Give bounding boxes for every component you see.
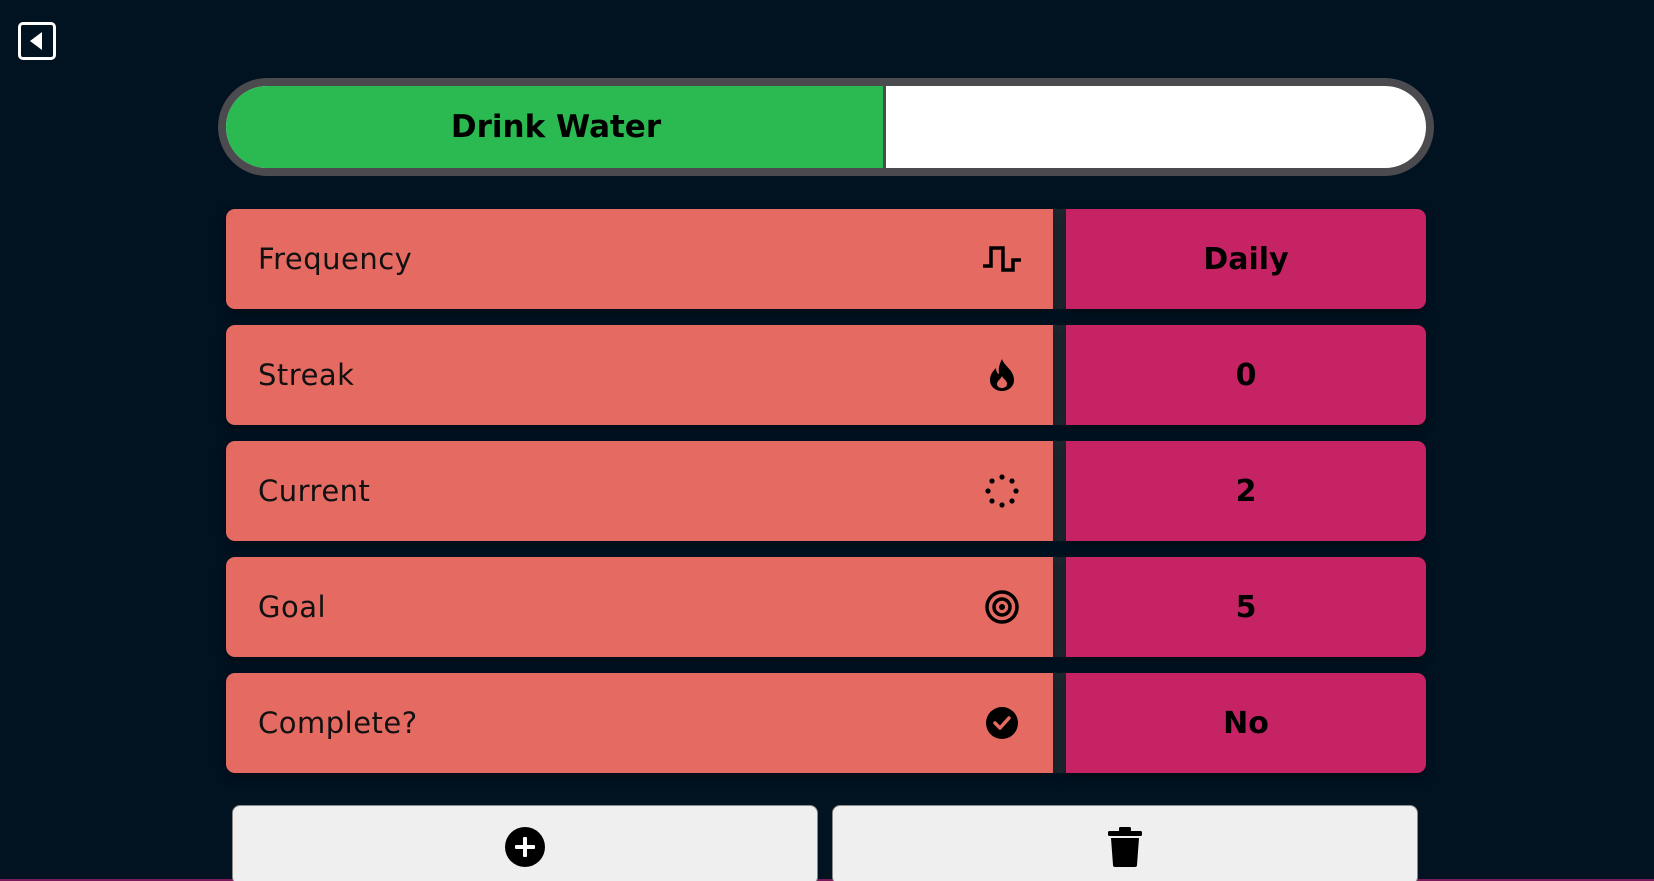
detail-value: Daily: [1066, 209, 1426, 309]
plus-circle-icon: [505, 827, 545, 867]
detail-label-cell: Streak: [226, 325, 1053, 425]
detail-label-cell: Goal: [226, 557, 1053, 657]
detail-label: Goal: [258, 590, 327, 624]
detail-label-cell: Complete?: [226, 673, 1053, 773]
detail-value: No: [1066, 673, 1426, 773]
habit-title: Drink Water: [450, 109, 662, 145]
delete-habit-button[interactable]: [832, 805, 1418, 881]
detail-row-goal: Goal 5: [226, 557, 1426, 657]
detail-label: Complete?: [258, 706, 418, 740]
fire-icon: [981, 354, 1023, 396]
pulse-wave-icon: [981, 238, 1023, 280]
back-button[interactable]: [18, 22, 56, 60]
caret-left-square-icon: [30, 32, 42, 50]
detail-value: 5: [1066, 557, 1426, 657]
habit-progress-bar: Drink Water: [218, 78, 1434, 176]
progress-track: Drink Water: [226, 86, 1426, 168]
habit-detail-page: Drink Water Frequency Daily Streak 0 Cur…: [0, 0, 1654, 881]
detail-value: 2: [1066, 441, 1426, 541]
habit-details-list: Frequency Daily Streak 0 Current 2 Goal …: [226, 209, 1426, 789]
check-circle-icon: [981, 702, 1023, 744]
detail-row-streak: Streak 0: [226, 325, 1426, 425]
target-icon: [981, 586, 1023, 628]
trash-icon: [1108, 827, 1142, 867]
row-divider: [1053, 325, 1066, 425]
row-divider: [1053, 557, 1066, 657]
detail-value: 0: [1066, 325, 1426, 425]
detail-label-cell: Frequency: [226, 209, 1053, 309]
add-progress-button[interactable]: [232, 805, 818, 881]
row-divider: [1053, 441, 1066, 541]
detail-label-cell: Current: [226, 441, 1053, 541]
detail-row-complete: Complete? No: [226, 673, 1426, 773]
detail-label: Frequency: [258, 242, 413, 276]
detail-label: Streak: [258, 358, 355, 392]
detail-row-current: Current 2: [226, 441, 1426, 541]
detail-label: Current: [258, 474, 371, 508]
row-divider: [1053, 673, 1066, 773]
detail-row-frequency: Frequency Daily: [226, 209, 1426, 309]
row-divider: [1053, 209, 1066, 309]
loading-dots-icon: [981, 470, 1023, 512]
